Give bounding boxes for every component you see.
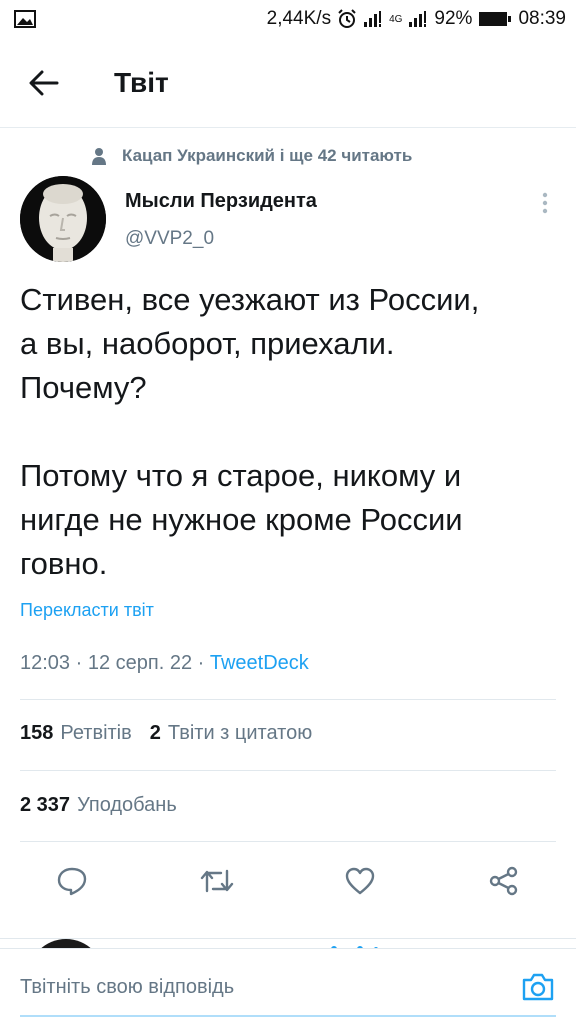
page-title: Твіт <box>114 66 169 98</box>
camera-button[interactable] <box>518 967 558 1007</box>
reply-button[interactable] <box>49 858 95 904</box>
tweet-source-link[interactable]: TweetDeck <box>210 652 309 674</box>
stats-row-likes: 2 337 Уподобань <box>20 794 195 817</box>
likes-stat[interactable]: 2 337 Уподобань <box>20 794 177 817</box>
tweet-text-line: нигде не нужное кроме России <box>20 502 463 537</box>
retweets-stat[interactable]: 158 Ретвітів <box>20 722 132 745</box>
retweet-button[interactable] <box>194 858 240 904</box>
avatar-image <box>20 176 106 262</box>
battery-icon <box>478 10 512 28</box>
social-context-text: Кацап Украинский і ще 42 читають <box>122 146 413 165</box>
social-context[interactable]: Кацап Украинский і ще 42 читають <box>0 140 576 172</box>
network-speed: 2,44K/s <box>266 8 332 29</box>
reply-underline <box>20 1015 556 1017</box>
divider <box>20 841 556 842</box>
more-options-button[interactable] <box>530 188 560 218</box>
tweet-text-line: Почему? <box>20 370 147 405</box>
share-icon <box>489 866 518 896</box>
tweet-meta: 12:03 · 12 серп. 22 · TweetDeck <box>20 652 309 675</box>
signal-2-icon <box>408 10 428 28</box>
tweet-text: Стивен, все уезжают из России, а вы, нао… <box>20 278 560 586</box>
screen: 2,44K/s 4G 92% 08:39 Твіт Кацап Украинск… <box>0 0 576 1024</box>
retweets-count: 158 <box>20 722 54 744</box>
quotes-label: Твіти з цитатою <box>167 722 313 744</box>
signal-1-icon <box>363 10 383 28</box>
quotes-stat[interactable]: 2 Твіти з цитатою <box>150 722 312 745</box>
likes-count: 2 337 <box>20 794 71 816</box>
person-icon <box>92 147 106 165</box>
alarm-icon <box>337 9 357 29</box>
avatar[interactable] <box>20 176 106 262</box>
tweet-time: 12:03 <box>20 652 71 674</box>
author-row: Мысли Перзидента @VVP2_0 <box>20 176 560 268</box>
status-time: 08:39 <box>518 8 566 29</box>
divider <box>20 699 556 700</box>
camera-icon <box>522 973 554 1001</box>
like-icon <box>345 867 375 895</box>
retweet-icon <box>200 869 234 893</box>
tweet-text-line: Потому что я старое, никому и <box>20 458 462 493</box>
tweet-text-line: Стивен, все уезжают из России, <box>20 282 480 317</box>
quotes-count: 2 <box>149 722 161 744</box>
tweet-text-line: а вы, наоборот, приехали. <box>20 326 395 361</box>
divider <box>20 770 556 771</box>
reply-bar <box>0 948 576 1024</box>
meta-separator: · <box>197 652 210 674</box>
reply-icon <box>57 867 87 896</box>
vertical-dots-icon <box>542 192 548 214</box>
battery-percent: 92% <box>434 8 473 29</box>
stats-row-retweets: 158 Ретвітів 2 Твіти з цитатою <box>20 722 330 745</box>
tweet-actions <box>0 858 576 904</box>
like-button[interactable] <box>337 858 383 904</box>
gallery-notification-icon <box>14 9 36 29</box>
retweets-label: Ретвітів <box>60 722 132 744</box>
network-type-label: 4G <box>389 13 403 25</box>
app-header: Твіт <box>0 38 576 128</box>
status-bar: 2,44K/s 4G 92% 08:39 <box>0 0 576 38</box>
back-arrow-icon <box>29 70 59 95</box>
meta-separator: · <box>75 652 88 674</box>
tweet-date: 12 серп. 22 <box>87 652 193 674</box>
author-name[interactable]: Мысли Перзидента <box>125 190 317 213</box>
tweet-text-line: говно. <box>20 546 108 581</box>
reply-input[interactable] <box>20 965 490 1009</box>
share-button[interactable] <box>481 858 527 904</box>
likes-label: Уподобань <box>77 794 177 816</box>
back-button[interactable] <box>14 53 74 113</box>
author-handle[interactable]: @VVP2_0 <box>125 228 214 250</box>
translate-tweet-link[interactable]: Перекласти твіт <box>20 600 154 621</box>
